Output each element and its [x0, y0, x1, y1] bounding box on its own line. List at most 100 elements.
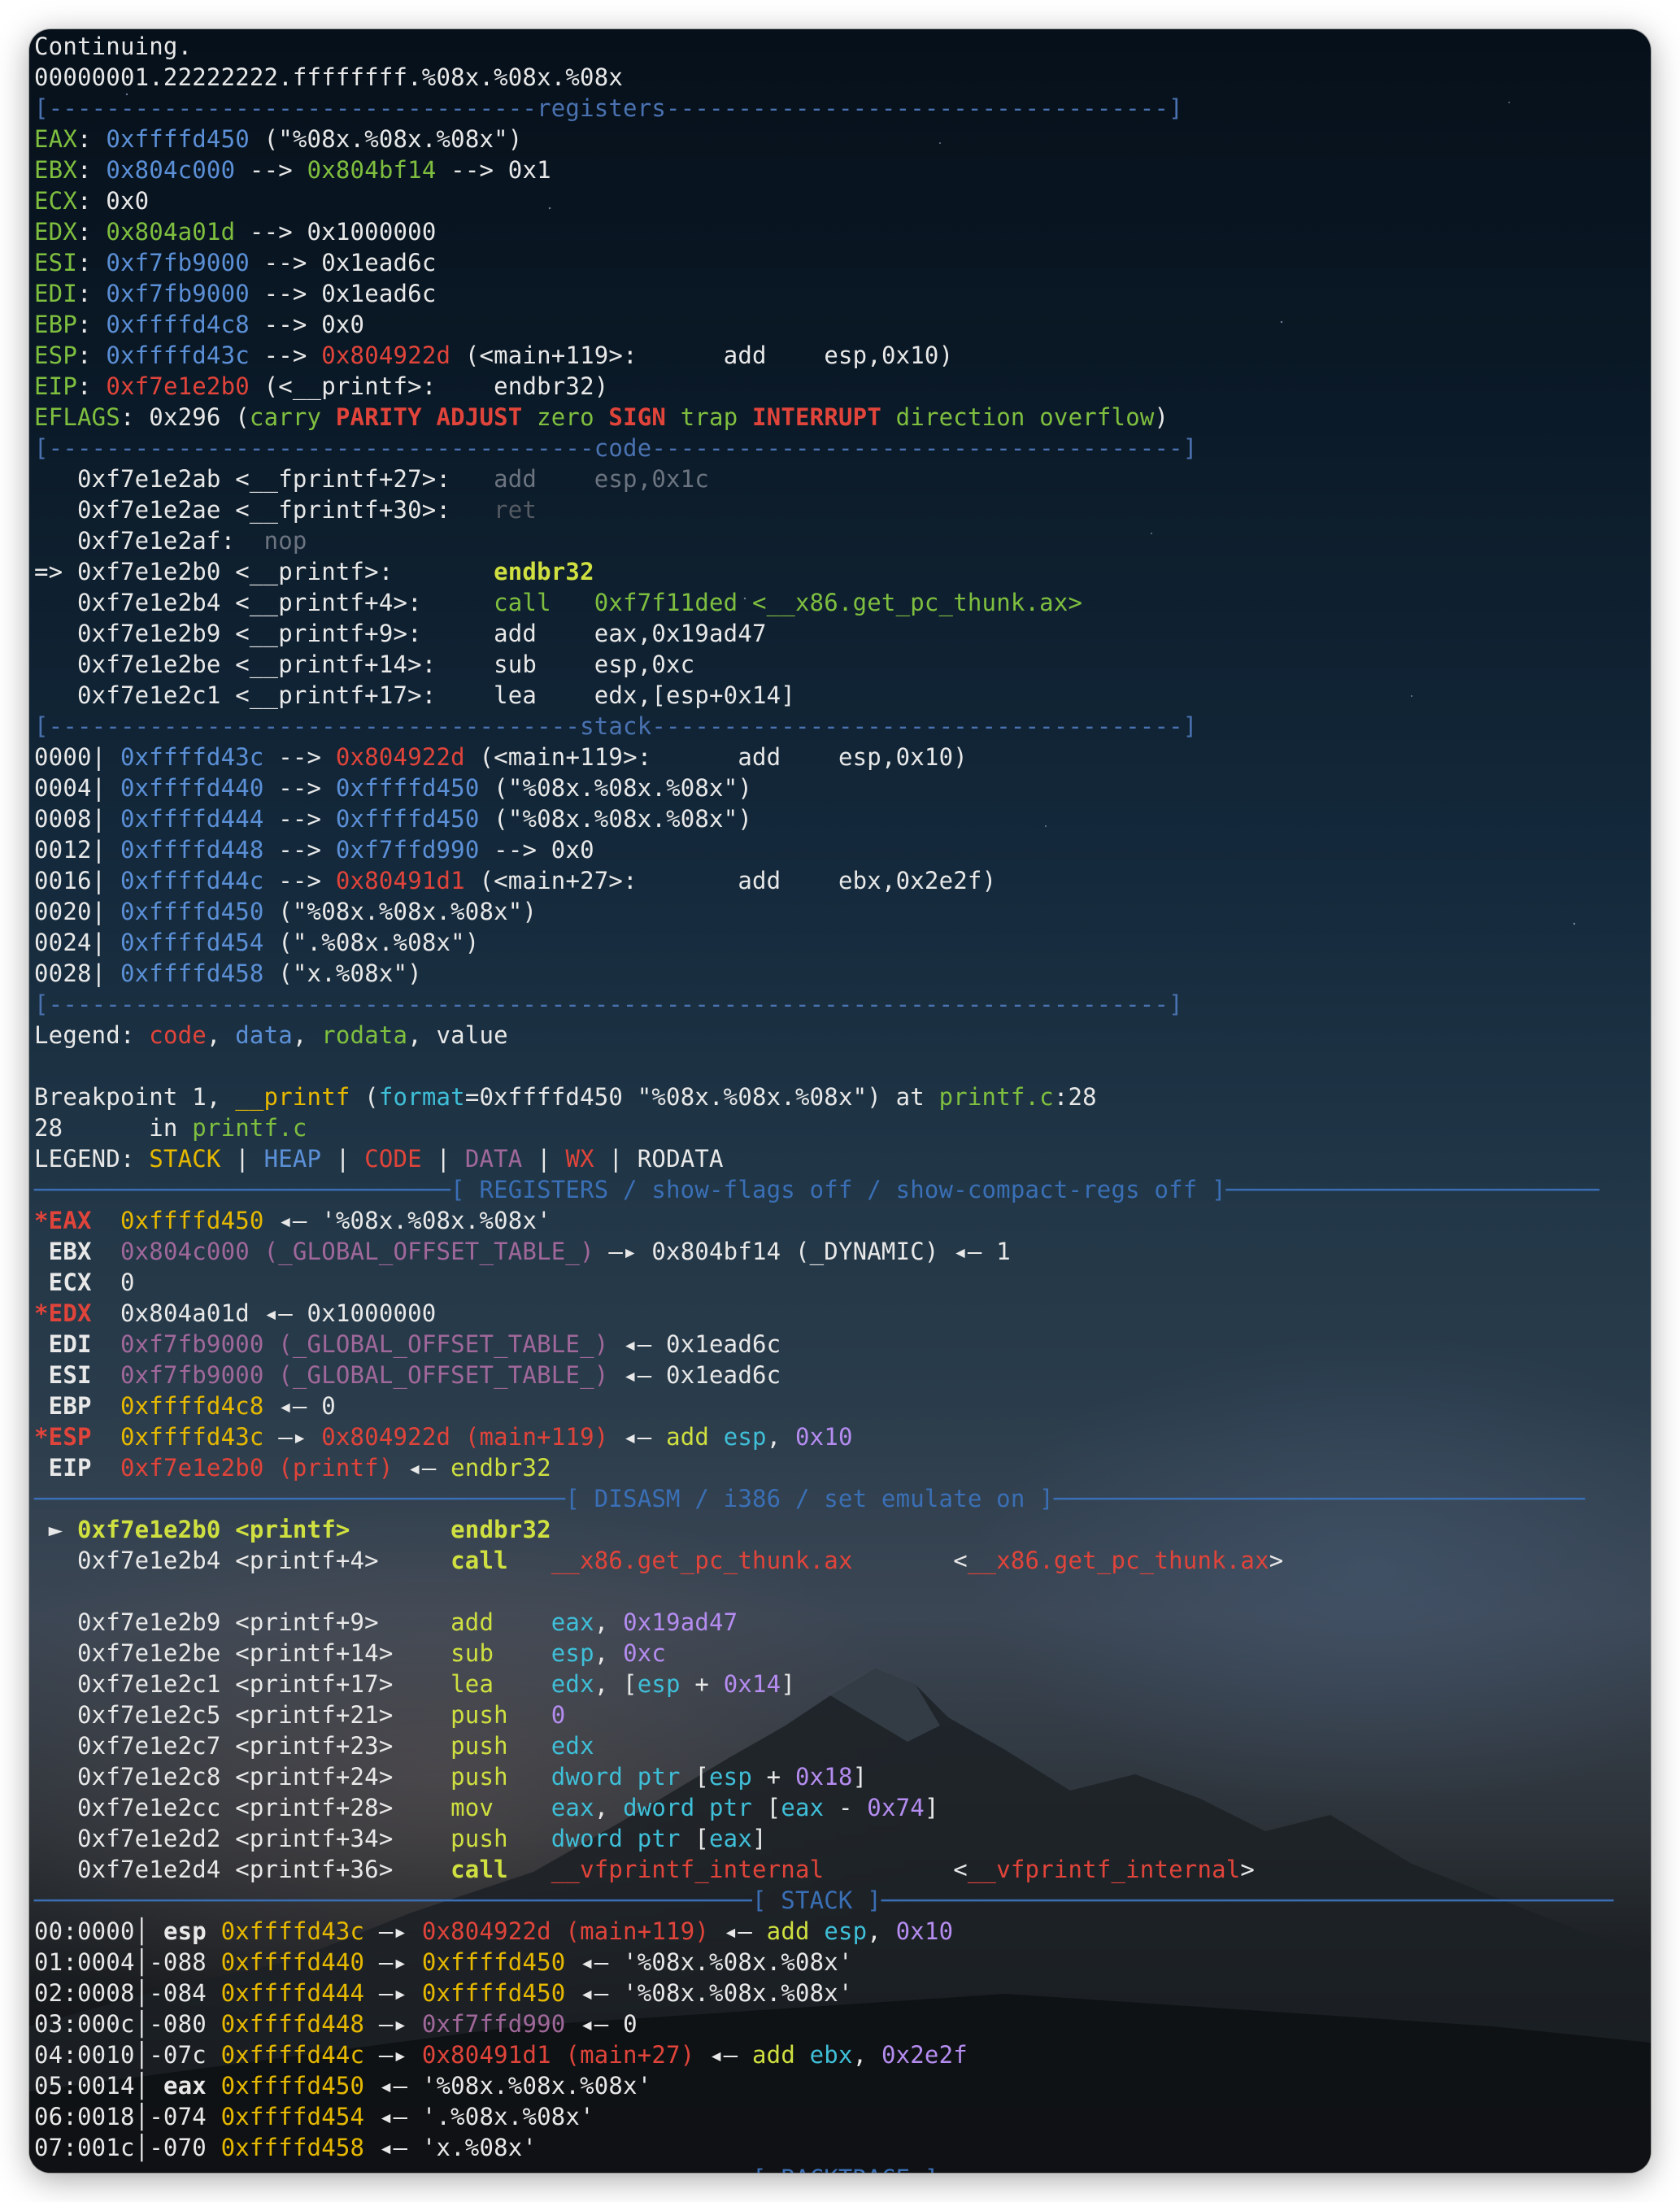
terminal-text-segment: ◂— 0 [263, 1392, 336, 1420]
terminal-text-segment: 0xffffd450 [335, 805, 480, 833]
terminal-text-segment: EBP [34, 1392, 92, 1420]
terminal-text-segment: nop [263, 527, 307, 555]
terminal-text-segment: __x86.get_pc_thunk.ax [967, 1547, 1269, 1574]
terminal-text-segment: : [76, 249, 107, 276]
terminal-text-segment: carry [249, 403, 336, 431]
terminal-text-segment: *EDX [34, 1299, 92, 1327]
terminal-text-segment: —▸ [364, 1948, 422, 1976]
terminal-text-segment: add [450, 1608, 551, 1636]
terminal-text-segment: ECX [34, 187, 77, 215]
terminal-line: 0016| 0xffffd44c --> 0x80491d1 (<main+27… [34, 865, 1651, 896]
terminal-line: EIP: 0xf7e1e2b0 (<__printf>: endbr32) [34, 371, 1651, 402]
terminal-text-segment: ] [752, 1825, 767, 1852]
terminal-text-segment: dword ptr [623, 1794, 752, 1821]
terminal-text-segment: 04:0010│-07c [34, 2041, 221, 2069]
terminal-text-segment: 0xf7e1e2b9 <__printf+9>: add eax,0x19ad4… [34, 620, 767, 647]
terminal-text-segment: ◂— '%08x.%08x.%08x' [263, 1207, 551, 1234]
terminal-line: EDI 0xf7fb9000 (_GLOBAL_OFFSET_TABLE_) ◂… [34, 1329, 1651, 1360]
terminal-output[interactable]: Continuing. 00000001.22222222.ffffffff.%0… [34, 29, 1651, 2173]
terminal-text-segment: esp [824, 1917, 868, 1945]
terminal-text-segment: push [450, 1701, 551, 1729]
terminal-text-segment: --> [263, 743, 336, 771]
terminal-text-segment: ("%08x.%08x.%08x") [479, 805, 753, 833]
terminal-text-segment: 0xf7e1e2b0 <printf> [76, 1516, 451, 1543]
terminal-text-segment: push [450, 1825, 551, 1852]
terminal-text-segment: edx [551, 1732, 594, 1760]
terminal-line: 07:001c│-070 0xffffd458 ◂— 'x.%08x' [34, 2132, 1651, 2163]
terminal-text-segment: --> [249, 342, 322, 369]
terminal-text-segment: 0xf7e1e2be <__printf+14>: sub esp,0xc [34, 651, 695, 678]
terminal-line: 0xf7e1e2b9 <__printf+9>: add eax,0x19ad4… [34, 618, 1651, 649]
terminal-line: [---------------------------------------… [34, 989, 1651, 1020]
terminal-text-segment: 0xffffd4c8 [106, 311, 250, 338]
terminal-text-segment: ◂— [608, 1423, 667, 1451]
terminal-text-segment: ESP [34, 342, 77, 369]
terminal-text-segment: ESI [34, 1361, 92, 1389]
terminal-text-segment: EIP [34, 372, 77, 400]
terminal-text-segment: edx [551, 1670, 594, 1698]
terminal-line: 06:0018│-074 0xffffd454 ◂— '.%08x.%08x' [34, 2101, 1651, 2132]
terminal-text-segment: 0xf7e1e2ae <__fprintf+30>: [34, 496, 494, 524]
terminal-text-segment: : [76, 372, 107, 400]
terminal-line [34, 1051, 1651, 1081]
terminal-text-segment: , [766, 1423, 796, 1451]
terminal-text-segment: 0x804922d (main+119) [421, 1917, 710, 1945]
terminal-text-segment: eax [781, 1794, 825, 1821]
terminal-line: EAX: 0xffffd450 ("%08x.%08x.%08x") [34, 124, 1651, 154]
terminal-text-segment: eax [163, 2072, 221, 2100]
terminal-text-segment: —▸ 0x804bf14 (_DYNAMIC) ◂— 1 [594, 1238, 1011, 1265]
terminal-text-segment: --> [235, 156, 307, 184]
terminal-text-segment: ebx [809, 2041, 853, 2069]
terminal-text-segment: lea [450, 1670, 551, 1698]
terminal-text-segment: EBP [34, 311, 77, 338]
terminal-line: [----------------------------------regis… [34, 93, 1651, 124]
terminal-text-segment: code [149, 1021, 207, 1049]
terminal-line: 0xf7e1e2c8 <printf+24> push dword ptr [e… [34, 1761, 1651, 1792]
terminal-text-segment: : [76, 280, 107, 307]
terminal-text-segment: mov [450, 1794, 551, 1821]
terminal-line: 02:0008│-084 0xffffd444 —▸ 0xffffd450 ◂—… [34, 1978, 1651, 2008]
terminal-text-segment: eax [709, 1825, 752, 1852]
terminal-text-segment: , value [407, 1021, 508, 1049]
terminal-line: LEGEND: STACK | HEAP | CODE | DATA | WX … [34, 1143, 1651, 1174]
terminal-text-segment: > [1240, 1856, 1256, 1883]
terminal-line: 0xf7e1e2d4 <printf+36> call __vfprintf_i… [34, 1854, 1651, 1885]
terminal-text-segment: + [752, 1763, 795, 1791]
terminal-text-segment: (<main+119>: add esp,0x10) [464, 743, 968, 771]
terminal-text-segment: 0xf7fb9000 [106, 249, 250, 276]
terminal-text-segment: --> [263, 805, 336, 833]
terminal-text-segment: 0xf7e1e2b0 [106, 372, 250, 400]
terminal-line: EIP 0xf7e1e2b0 (printf) ◂— endbr32 [34, 1452, 1651, 1483]
terminal-text-segment: 0000| [34, 743, 120, 771]
terminal-line: EDX: 0x804a01d --> 0x1000000 [34, 216, 1651, 247]
terminal-text-segment: 0xf7e1e2b4 <printf+4> [34, 1547, 451, 1574]
terminal-text-segment: 0xffffd448 [220, 2010, 365, 2038]
terminal-text-segment: (".%08x.%08x") [263, 929, 480, 956]
terminal-line: ─────────────────────────────────────[ D… [34, 1483, 1651, 1514]
terminal-text-segment: push [450, 1732, 551, 1760]
terminal-line: EDI: 0xf7fb9000 --> 0x1ead6c [34, 278, 1651, 309]
terminal-text-segment: -------------------------------------] [651, 712, 1198, 740]
terminal-text-segment: --> 0x0 [249, 311, 365, 338]
terminal-text-segment: ] [852, 1763, 868, 1791]
terminal-text-segment: ◂— [709, 1917, 767, 1945]
terminal-text-segment: 0xf7e1e2ab <__fprintf+27>: [34, 465, 494, 493]
terminal-line: EBP 0xffffd4c8 ◂— 0 [34, 1390, 1651, 1421]
terminal-text-segment: | [522, 1145, 566, 1173]
terminal-text-segment: < [852, 1547, 968, 1574]
terminal-text-segment: --> 0x1000000 [235, 218, 437, 246]
terminal-text-segment: endbr32 [450, 1516, 551, 1543]
terminal-text-segment: 0xffffd458 [220, 2134, 365, 2161]
terminal-text-segment: > [1269, 1547, 1284, 1574]
terminal-text-segment: 0008| [34, 805, 120, 833]
terminal-text-segment: ("%08x.%08x.%08x") [479, 774, 753, 802]
terminal-line: EBP: 0xffffd4c8 --> 0x0 [34, 309, 1651, 340]
terminal-text-segment: : [76, 125, 107, 153]
terminal-text-segment: 0x804922d [321, 342, 451, 369]
terminal-text-segment: 0x80491d1 (main+27) [421, 2041, 695, 2069]
terminal-text-segment: —▸ [364, 2010, 422, 2038]
terminal-text-segment: 0xf7e1e2c7 <printf+23> [34, 1732, 451, 1760]
